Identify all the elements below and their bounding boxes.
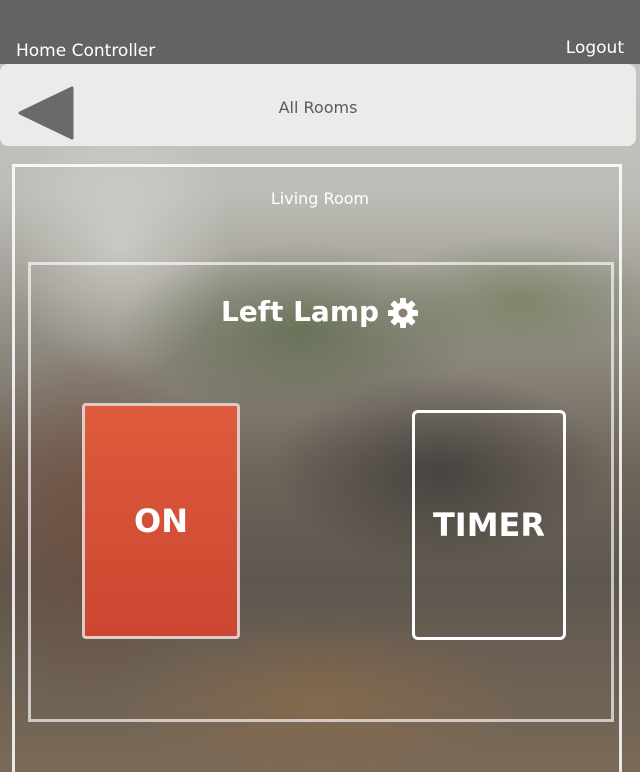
app-title: Home Controller xyxy=(16,41,156,61)
timer-button[interactable]: TIMER xyxy=(412,410,566,640)
on-button[interactable]: ON xyxy=(82,403,240,639)
nav-title: All Rooms xyxy=(278,98,358,117)
gear-icon[interactable] xyxy=(387,297,419,329)
device-header: Left Lamp xyxy=(0,292,640,332)
navigation-bar: All Rooms xyxy=(0,64,636,146)
room-title: Living Room xyxy=(270,189,370,208)
logout-link[interactable]: Logout xyxy=(566,37,624,59)
device-name: Left Lamp xyxy=(220,295,380,328)
